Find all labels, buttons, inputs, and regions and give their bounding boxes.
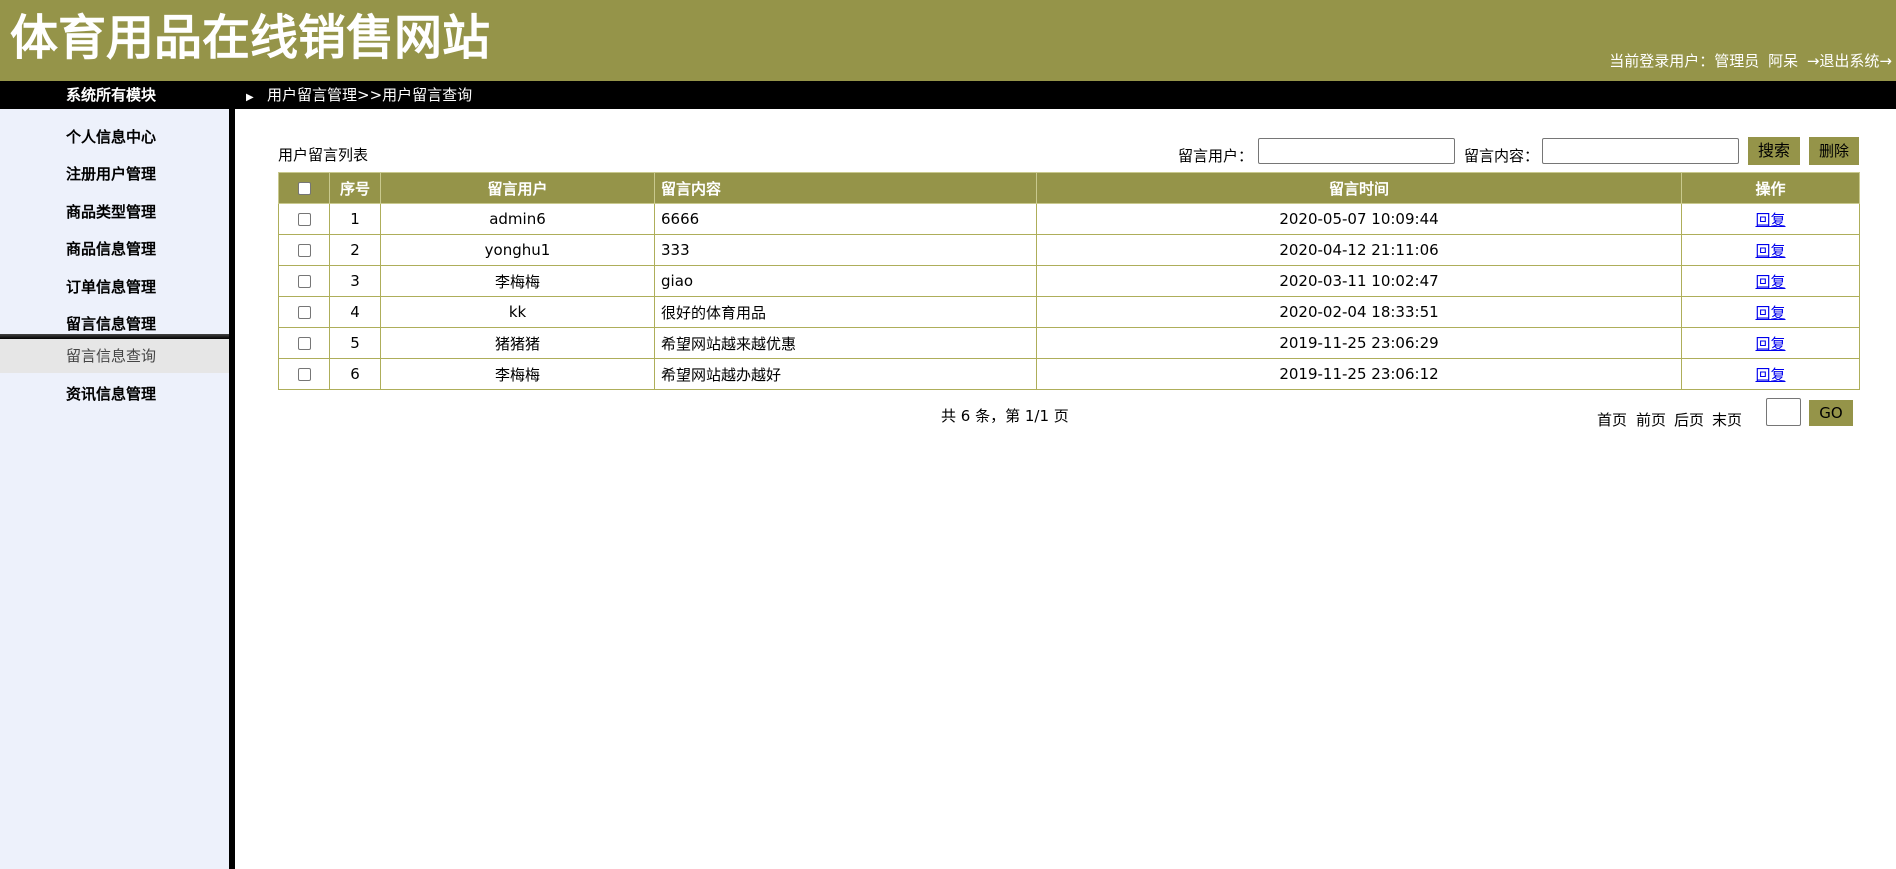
row-time: 2020-04-12 21:11:06 (1036, 234, 1682, 266)
list-title: 用户留言列表 (278, 146, 369, 164)
column-header: 序号 (329, 172, 381, 204)
row-user: 李梅梅 (380, 265, 655, 297)
last-page-link[interactable]: 末页 (1712, 409, 1742, 430)
reply-link[interactable]: 回复 (1755, 335, 1785, 353)
site-header: 体育用品在线销售网站 当前登录用户：管理员 阿呆 →退出系统→ (0, 0, 1896, 81)
current-user-label: 当前登录用户：管理员 (1609, 52, 1760, 70)
row-checkbox-cell (278, 234, 330, 266)
logout-link[interactable]: →退出系统→ (1807, 52, 1892, 70)
top-bar: 系统所有模块 ▶ 用户留言管理>>用户留言查询 (0, 81, 1896, 109)
row-checkbox[interactable] (297, 306, 311, 319)
column-header: 操作 (1681, 172, 1860, 204)
row-action-cell: 回复 (1681, 358, 1860, 390)
row-checkbox-cell (278, 296, 330, 328)
search-content-input[interactable] (1542, 138, 1739, 164)
row-number: 2 (329, 234, 381, 266)
site-title: 体育用品在线销售网站 (10, 10, 491, 66)
sidebar-item-personal-info[interactable]: 个人信息中心 (66, 126, 156, 147)
reply-link[interactable]: 回复 (1755, 273, 1785, 291)
table-row: 2 yonghu1 333 2020-04-12 21:11:06 回复 (278, 234, 1860, 266)
sidebar-item-news-management[interactable]: 资讯信息管理 (66, 383, 156, 404)
row-user: 猪猪猪 (380, 327, 655, 359)
table-header-row: 序号 留言用户 留言内容 留言时间 操作 (278, 172, 1860, 204)
reply-link[interactable]: 回复 (1755, 304, 1785, 322)
row-content: 333 (654, 234, 1037, 266)
search-content-label: 留言内容： (1464, 147, 1540, 165)
column-header: 留言内容 (654, 172, 1037, 204)
sidebar-subitem-message-query[interactable]: 留言信息查询 (0, 339, 229, 373)
row-number: 4 (329, 296, 381, 328)
next-page-link[interactable]: 后页 (1674, 409, 1704, 430)
prev-page-link[interactable]: 前页 (1636, 409, 1666, 430)
select-all-cell (278, 172, 330, 204)
table-row: 4 kk 很好的体育用品 2020-02-04 18:33:51 回复 (278, 296, 1860, 328)
row-user: admin6 (380, 203, 655, 235)
current-user-name: 阿呆 (1768, 52, 1799, 70)
column-header: 留言时间 (1036, 172, 1682, 204)
row-action-cell: 回复 (1681, 203, 1860, 235)
row-checkbox-cell (278, 327, 330, 359)
sidebar-item-product-management[interactable]: 商品信息管理 (66, 238, 156, 259)
row-action-cell: 回复 (1681, 234, 1860, 266)
row-checkbox-cell (278, 265, 330, 297)
row-checkbox-cell (278, 358, 330, 390)
row-checkbox[interactable] (297, 244, 311, 257)
row-time: 2020-03-11 10:02:47 (1036, 265, 1682, 297)
search-user-input[interactable] (1258, 138, 1455, 164)
row-content: giao (654, 265, 1037, 297)
row-content: 希望网站越来越优惠 (654, 327, 1037, 359)
table-row: 3 李梅梅 giao 2020-03-11 10:02:47 回复 (278, 265, 1860, 297)
row-number: 1 (329, 203, 381, 235)
table-row: 5 猪猪猪 希望网站越来越优惠 2019-11-25 23:06:29 回复 (278, 327, 1860, 359)
reply-link[interactable]: 回复 (1755, 242, 1785, 260)
sidebar-item-order-management[interactable]: 订单信息管理 (66, 276, 156, 297)
reply-link[interactable]: 回复 (1755, 211, 1785, 229)
row-number: 5 (329, 327, 381, 359)
row-user: 李梅梅 (380, 358, 655, 390)
row-time: 2020-02-04 18:33:51 (1036, 296, 1682, 328)
first-page-link[interactable]: 首页 (1597, 409, 1627, 430)
row-action-cell: 回复 (1681, 296, 1860, 328)
table-row: 1 admin6 6666 2020-05-07 10:09:44 回复 (278, 203, 1860, 235)
breadcrumb-arrow-icon: ▶ (246, 92, 254, 103)
column-header: 留言用户 (380, 172, 655, 204)
row-user: kk (380, 296, 655, 328)
table-row: 6 李梅梅 希望网站越办越好 2019-11-25 23:06:12 回复 (278, 358, 1860, 390)
delete-button[interactable]: 删除 (1809, 137, 1859, 165)
row-time: 2019-11-25 23:06:12 (1036, 358, 1682, 390)
main-content: 用户留言列表 留言用户： 留言内容： 搜索 删除 序号 留言用户 留言内容 留言… (235, 109, 1896, 869)
select-all-checkbox[interactable] (297, 182, 311, 195)
search-button[interactable]: 搜索 (1748, 137, 1800, 165)
sidebar-item-message-management[interactable]: 留言信息管理 (66, 313, 156, 334)
search-user-label: 留言用户： (1178, 147, 1254, 165)
row-checkbox[interactable] (297, 368, 311, 381)
sidebar: 个人信息中心 注册用户管理 商品类型管理 商品信息管理 订单信息管理 留言信息管… (0, 109, 229, 869)
row-time: 2020-05-07 10:09:44 (1036, 203, 1682, 235)
row-user: yonghu1 (380, 234, 655, 266)
row-action-cell: 回复 (1681, 265, 1860, 297)
row-checkbox[interactable] (297, 275, 311, 288)
sidebar-item-user-management[interactable]: 注册用户管理 (66, 163, 156, 184)
page-number-input[interactable] (1766, 398, 1801, 426)
row-checkbox-cell (278, 203, 330, 235)
row-checkbox[interactable] (297, 213, 311, 226)
row-time: 2019-11-25 23:06:29 (1036, 327, 1682, 359)
row-number: 3 (329, 265, 381, 297)
pagination-summary: 共 6 条，第 1/1 页 (941, 407, 1069, 425)
row-content: 希望网站越办越好 (654, 358, 1037, 390)
row-content: 很好的体育用品 (654, 296, 1037, 328)
row-action-cell: 回复 (1681, 327, 1860, 359)
breadcrumb: 用户留言管理>>用户留言查询 (267, 86, 473, 104)
modules-title: 系统所有模块 (65, 86, 156, 104)
message-table: 序号 留言用户 留言内容 留言时间 操作 1 admin6 6666 2020-… (278, 172, 1860, 390)
reply-link[interactable]: 回复 (1755, 366, 1785, 384)
sidebar-item-category-management[interactable]: 商品类型管理 (66, 201, 156, 222)
user-bar: 当前登录用户：管理员 阿呆 →退出系统→ (1605, 50, 1892, 71)
go-button[interactable]: GO (1809, 400, 1853, 426)
row-checkbox[interactable] (297, 337, 311, 350)
row-content: 6666 (654, 203, 1037, 235)
row-number: 6 (329, 358, 381, 390)
